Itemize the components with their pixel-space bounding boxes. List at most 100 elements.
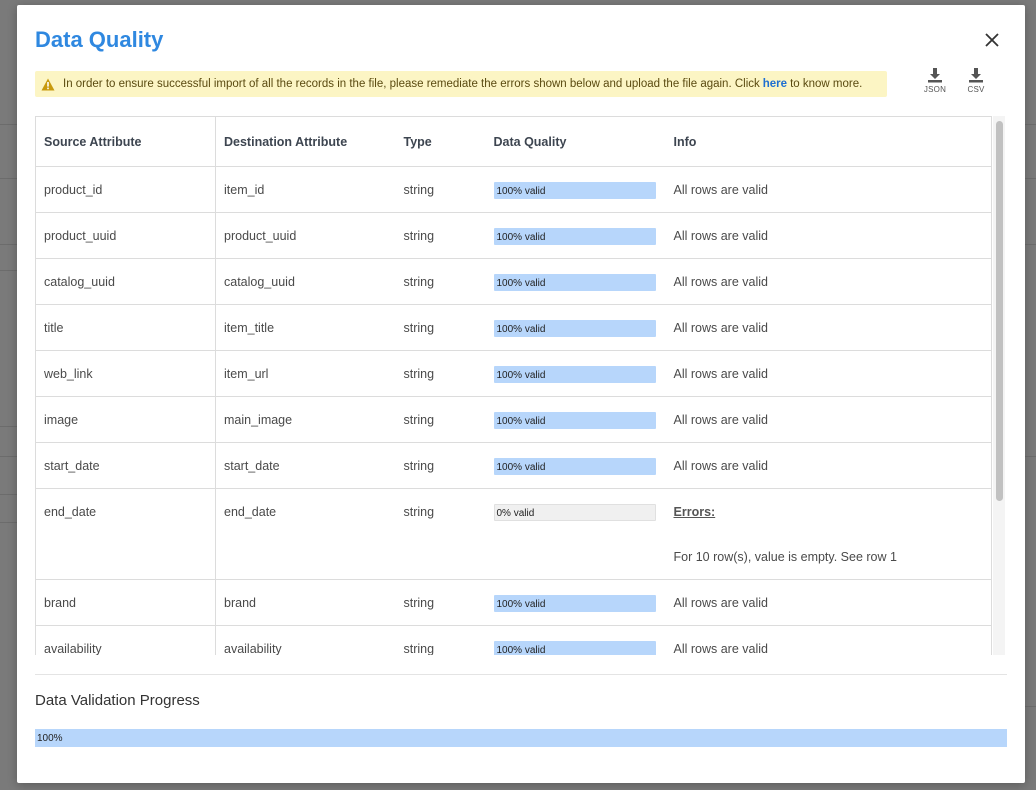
data-quality-cell: 100% valid [485, 625, 666, 655]
divider [35, 674, 1007, 675]
table-row: catalog_uuid catalog_uuid string 100% valid… [35, 258, 992, 305]
data-quality-cell: 100% valid [485, 350, 666, 397]
info-cell: All rows are valid [665, 350, 992, 397]
table-header-row: Source Attribute Destination Attribute T… [35, 116, 992, 167]
modal-title: Data Quality [35, 27, 164, 52]
table-row: end_date end_date string 0% valid Errors: For… [35, 488, 992, 580]
table-scrollbar-thumb[interactable] [996, 121, 1003, 501]
alert-link[interactable]: here [763, 78, 787, 90]
validity-bar: 100% valid [493, 274, 656, 291]
validity-bar: 100% valid [493, 320, 656, 337]
type-cell: string [395, 350, 486, 397]
destination-attribute-cell: end_date [215, 488, 396, 580]
type-cell: string [395, 258, 486, 305]
source-attribute-cell: title [35, 304, 216, 351]
table-row: image main_image string 100% valid All rows … [35, 396, 992, 443]
info-cell: All rows are valid [665, 212, 992, 259]
type-cell: string [395, 488, 486, 580]
destination-attribute-cell: item_url [215, 350, 396, 397]
table-row: availability availability string 100% valid… [35, 625, 992, 655]
source-attribute-cell: start_date [35, 442, 216, 489]
destination-attribute-cell: availability [215, 625, 396, 655]
validation-progress-bar: 100% [35, 729, 1007, 747]
data-quality-cell: 100% valid [485, 212, 666, 259]
download-json-label: JSON [923, 85, 947, 94]
validity-bar: 100% valid [493, 458, 656, 475]
download-csv-button[interactable]: CSV [959, 67, 993, 101]
table-row: product_id item_id string 100% valid All row… [35, 166, 992, 213]
alert-text-end: to know more. [790, 78, 863, 90]
source-attribute-cell: product_uuid [35, 212, 216, 259]
header-destination-attribute: Destination Attribute [215, 116, 396, 167]
info-text: All rows are valid [673, 413, 768, 427]
validity-bar: 100% valid [493, 182, 656, 199]
info-cell: All rows are valid [665, 166, 992, 213]
info-text: All rows are valid [673, 367, 768, 381]
destination-attribute-cell: item_title [215, 304, 396, 351]
info-cell: All rows are valid [665, 625, 992, 655]
data-quality-cell: 100% valid [485, 396, 666, 443]
download-icon [928, 68, 942, 83]
info-text: All rows are valid [673, 596, 768, 610]
data-quality-cell: 100% valid [485, 579, 666, 626]
info-cell: All rows are valid [665, 258, 992, 305]
info-cell: All rows are valid [665, 304, 992, 351]
destination-attribute-cell: product_uuid [215, 212, 396, 259]
data-quality-cell: 100% valid [485, 304, 666, 351]
validation-progress-fill: 100% [35, 729, 1007, 747]
type-cell: string [395, 166, 486, 213]
validity-bar: 0% valid [493, 504, 656, 521]
source-attribute-cell: availability [35, 625, 216, 655]
data-quality-cell: 0% valid [485, 488, 666, 580]
source-attribute-cell: image [35, 396, 216, 443]
download-icon [969, 68, 983, 83]
info-text: All rows are valid [673, 321, 768, 335]
table-row: brand brand string 100% valid All rows are v… [35, 579, 992, 626]
validity-bar: 100% valid [493, 366, 656, 383]
table-row: product_uuid product_uuid string 100% valid… [35, 212, 992, 259]
validity-bar: 100% valid [493, 641, 656, 655]
validity-bar: 100% valid [493, 228, 656, 245]
info-cell: Errors: For 10 row(s), value is empty. Se… [665, 488, 992, 580]
close-icon [985, 33, 999, 47]
table-row: title item_title string 100% valid All rows … [35, 304, 992, 351]
errors-label: Errors: [673, 505, 716, 519]
info-text: All rows are valid [673, 275, 768, 289]
data-quality-table: Source Attribute Destination Attribute T… [35, 116, 992, 655]
type-cell: string [395, 442, 486, 489]
table-row: web_link item_url string 100% valid All rows… [35, 350, 992, 397]
header-source-attribute: Source Attribute [35, 116, 216, 167]
alert-text: In order to ensure successful import of … [63, 78, 760, 90]
type-cell: string [395, 625, 486, 655]
info-cell: All rows are valid [665, 396, 992, 443]
data-quality-modal: Data Quality In order to ensure successf… [17, 5, 1025, 783]
data-quality-cell: 100% valid [485, 166, 666, 213]
data-quality-table-container[interactable]: Source Attribute Destination Attribute T… [35, 116, 992, 655]
header-info: Info [665, 116, 992, 167]
close-button[interactable] [981, 29, 1003, 51]
source-attribute-cell: brand [35, 579, 216, 626]
destination-attribute-cell: catalog_uuid [215, 258, 396, 305]
info-cell: All rows are valid [665, 442, 992, 489]
source-attribute-cell: catalog_uuid [35, 258, 216, 305]
source-attribute-cell: web_link [35, 350, 216, 397]
data-quality-cell: 100% valid [485, 258, 666, 305]
info-text: All rows are valid [673, 459, 768, 473]
destination-attribute-cell: main_image [215, 396, 396, 443]
header-data-quality: Data Quality [485, 116, 666, 167]
info-text: All rows are valid [673, 183, 768, 197]
warning-alert: In order to ensure successful import of … [35, 71, 887, 97]
table-row: start_date start_date string 100% valid All … [35, 442, 992, 489]
type-cell: string [395, 212, 486, 259]
type-cell: string [395, 396, 486, 443]
download-csv-label: CSV [967, 85, 985, 94]
source-attribute-cell: product_id [35, 166, 216, 213]
header-type: Type [395, 116, 486, 167]
type-cell: string [395, 304, 486, 351]
download-json-button[interactable]: JSON [918, 67, 952, 101]
info-cell: All rows are valid [665, 579, 992, 626]
data-quality-cell: 100% valid [485, 442, 666, 489]
type-cell: string [395, 579, 486, 626]
source-attribute-cell: end_date [35, 488, 216, 580]
warning-icon [41, 78, 55, 90]
